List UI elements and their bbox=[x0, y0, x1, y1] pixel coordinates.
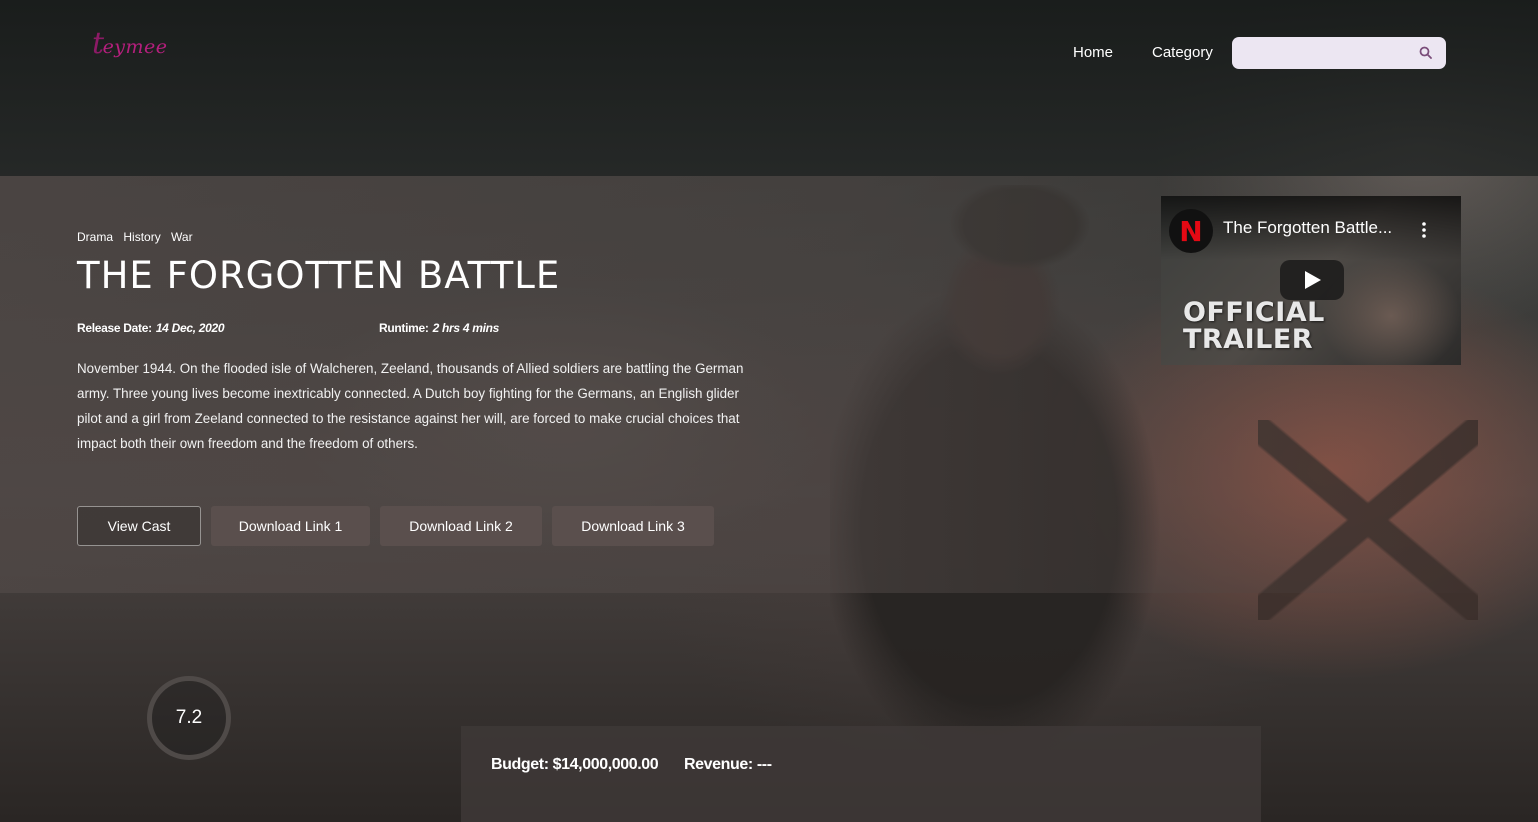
runtime-label: Runtime: bbox=[379, 321, 429, 335]
trailer-overlay-line-2: TRAILER bbox=[1183, 324, 1314, 355]
logo-text: eymee bbox=[102, 36, 168, 58]
trailer-video[interactable]: N The Forgotten Battle... OFFICIAL TRAIL… bbox=[1161, 196, 1461, 365]
nav-category-link[interactable]: Category bbox=[1152, 44, 1213, 61]
budget-text: Budget: $14,000,000.00 bbox=[491, 756, 659, 773]
play-icon bbox=[1305, 271, 1321, 289]
header-bar bbox=[0, 0, 1538, 176]
search-icon[interactable] bbox=[1419, 46, 1432, 59]
trailer-overlay-text: OFFICIAL TRAILER bbox=[1183, 299, 1325, 353]
revenue-text: Revenue: --- bbox=[684, 756, 772, 773]
download-link-3-button[interactable]: Download Link 3 bbox=[552, 506, 714, 546]
genre-list: Drama History War bbox=[77, 230, 200, 244]
runtime-value: 2 hrs 4 mins bbox=[432, 321, 500, 335]
release-date-value: 14 Dec, 2020 bbox=[155, 321, 225, 335]
trailer-overlay-line-1: OFFICIAL bbox=[1183, 297, 1325, 328]
kebab-menu-icon[interactable] bbox=[1420, 221, 1428, 239]
play-button[interactable] bbox=[1280, 260, 1344, 300]
download-link-1-button[interactable]: Download Link 1 bbox=[211, 506, 370, 546]
movie-overview: November 1944. On the flooded isle of Wa… bbox=[77, 361, 744, 451]
runtime: Runtime: 2 hrs 4 mins bbox=[379, 321, 499, 335]
nav-home-link[interactable]: Home bbox=[1073, 44, 1113, 61]
netflix-logo-icon: N bbox=[1179, 214, 1203, 248]
view-cast-button[interactable]: View Cast bbox=[77, 506, 201, 546]
release-date-label: Release Date: bbox=[77, 321, 152, 335]
genre-tag[interactable]: Drama bbox=[77, 230, 113, 244]
genre-tag[interactable]: History bbox=[123, 230, 160, 244]
release-date: Release Date: 14 Dec, 2020 bbox=[77, 321, 225, 335]
genre-tag[interactable]: War bbox=[171, 230, 193, 244]
finance-panel bbox=[461, 726, 1261, 822]
download-link-2-button[interactable]: Download Link 2 bbox=[380, 506, 542, 546]
movie-title: THE FORGOTTEN BATTLE bbox=[77, 254, 561, 297]
video-title[interactable]: The Forgotten Battle... bbox=[1223, 218, 1392, 238]
search-input[interactable] bbox=[1242, 41, 1416, 67]
channel-avatar[interactable]: N bbox=[1169, 209, 1213, 253]
rating-circle: 7.2 bbox=[147, 676, 231, 760]
site-logo[interactable]: teymee bbox=[92, 26, 168, 61]
search-box bbox=[1232, 37, 1446, 69]
